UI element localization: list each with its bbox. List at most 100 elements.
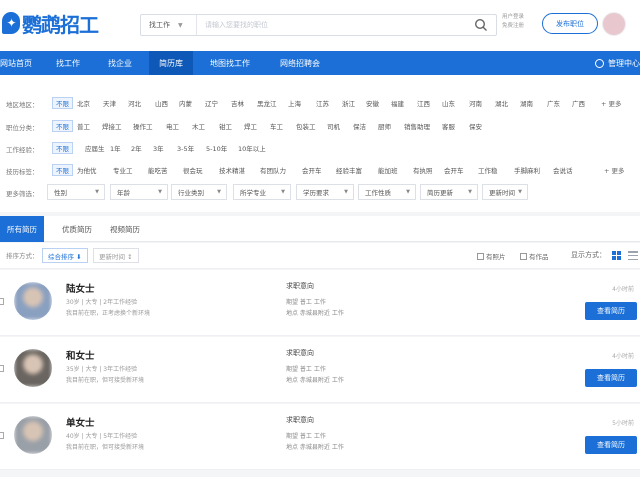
filter-option[interactable]: 普工: [77, 121, 90, 131]
manage-center-link[interactable]: 管理中心: [595, 51, 640, 75]
filter-option[interactable]: 木工: [192, 121, 205, 131]
filter-option[interactable]: 专业工: [113, 165, 133, 175]
filter-option[interactable]: 广西: [572, 98, 585, 108]
filter-option[interactable]: 钳工: [219, 121, 232, 131]
list-view-icon[interactable]: [628, 251, 638, 260]
filter-option[interactable]: 安徽: [366, 98, 379, 108]
view-resume-button[interactable]: 查看简历: [585, 436, 637, 454]
filter-option[interactable]: 山西: [155, 98, 168, 108]
nav-home[interactable]: 网站首页: [0, 51, 38, 75]
filter-option[interactable]: 会说话: [553, 165, 573, 175]
filter-option[interactable]: 为他优: [77, 165, 97, 175]
filter-option[interactable]: 车工: [270, 121, 283, 131]
filter-option[interactable]: 福建: [391, 98, 404, 108]
user-avatar[interactable]: [602, 12, 626, 36]
filter-more-link[interactable]: + 更多: [604, 165, 625, 175]
select-checkbox[interactable]: [0, 432, 4, 439]
sort-composite-button[interactable]: 综合排序 ⬇: [42, 248, 88, 263]
search-type-select[interactable]: 找工作 ▼: [141, 15, 197, 35]
filter-option[interactable]: 电工: [166, 121, 179, 131]
search-icon[interactable]: [474, 18, 488, 32]
filter-option[interactable]: 山东: [442, 98, 455, 108]
filter-option[interactable]: 河北: [128, 98, 141, 108]
select-checkbox[interactable]: [0, 298, 4, 305]
filter-option[interactable]: 经验丰富: [336, 165, 362, 175]
filter-option[interactable]: 湖北: [495, 98, 508, 108]
has-photo-checkbox[interactable]: 有照片: [477, 251, 506, 261]
nav-resume-library[interactable]: 简历库: [149, 51, 193, 75]
filter-option[interactable]: 湖南: [520, 98, 533, 108]
publish-job-button[interactable]: 发布职位: [542, 13, 598, 34]
filter-option[interactable]: 北京: [77, 98, 90, 108]
filter-option[interactable]: 焊工: [244, 121, 257, 131]
search-input[interactable]: 请输入您要找的职位: [205, 15, 268, 35]
filter-dropdown[interactable]: 更新时间 ▼: [482, 184, 528, 200]
filter-option[interactable]: 能加班: [378, 165, 398, 175]
nav-find-company[interactable]: 找企业: [108, 51, 132, 75]
resume-card[interactable]: 陆女士 30岁 | 大专 | 2年工作经验 我目前在职，正考虑换个新环境 求职意向 期望…: [0, 270, 640, 336]
candidate-name[interactable]: 单女士: [66, 415, 95, 429]
filter-option[interactable]: 会开车: [444, 165, 464, 175]
filter-option[interactable]: 3年: [153, 143, 164, 153]
filter-option[interactable]: 河南: [469, 98, 482, 108]
nav-job-fair[interactable]: 网络招聘会: [280, 51, 320, 75]
has-works-checkbox[interactable]: 有作品: [520, 251, 549, 261]
filter-option[interactable]: 江苏: [316, 98, 329, 108]
filter-option[interactable]: 10年以上: [238, 143, 266, 153]
filter-option[interactable]: 上海: [288, 98, 301, 108]
filter-option[interactable]: 1年: [110, 143, 121, 153]
resume-card[interactable]: 和女士 35岁 | 大专 | 3年工作经验 我目前在职，但可接受新环境 求职意向 期望 …: [0, 337, 640, 403]
filter-option[interactable]: 工作稳: [478, 165, 498, 175]
filter-option[interactable]: 2年: [131, 143, 142, 153]
filter-option[interactable]: 有团队力: [260, 165, 286, 175]
tab-quality-resumes[interactable]: 优质简历: [62, 216, 92, 242]
filter-option[interactable]: 3-5年: [177, 143, 194, 153]
filter-dropdown[interactable]: 所学专业 ▼: [233, 184, 291, 200]
filter-dropdown[interactable]: 工作性质 ▼: [358, 184, 416, 200]
grid-view-icon[interactable]: [612, 251, 621, 260]
site-logo[interactable]: ✦ 鹦鹉招工: [2, 10, 99, 37]
filter-option[interactable]: 手脚麻利: [514, 165, 540, 175]
login-link[interactable]: 用户登录: [502, 13, 538, 22]
candidate-name[interactable]: 和女士: [66, 348, 95, 362]
filter-dropdown[interactable]: 性别 ▼: [47, 184, 105, 200]
filter-option[interactable]: 销售助理: [404, 121, 430, 131]
candidate-name[interactable]: 陆女士: [66, 281, 95, 295]
resume-card[interactable]: 单女士 40岁 | 大专 | 5年工作经验 我目前在职，但可接受新环境 求职意向 期望 …: [0, 404, 640, 470]
filter-option[interactable]: 天津: [103, 98, 116, 108]
filter-option[interactable]: 不限: [52, 142, 73, 154]
register-link[interactable]: 免费注册: [502, 22, 538, 31]
filter-option[interactable]: 内蒙: [179, 98, 192, 108]
nav-find-job[interactable]: 找工作: [56, 51, 80, 75]
select-checkbox[interactable]: [0, 365, 4, 372]
filter-option[interactable]: 有执照: [413, 165, 433, 175]
filter-option[interactable]: 应届生: [85, 143, 105, 153]
filter-option[interactable]: 保安: [469, 121, 482, 131]
filter-option[interactable]: 保洁: [353, 121, 366, 131]
filter-option[interactable]: 不限: [52, 97, 73, 109]
filter-option[interactable]: 包装工: [296, 121, 316, 131]
filter-option[interactable]: 很会玩: [183, 165, 203, 175]
filter-option[interactable]: 操作工: [133, 121, 153, 131]
filter-option[interactable]: 黑龙江: [257, 98, 277, 108]
filter-dropdown[interactable]: 年龄 ▼: [110, 184, 168, 200]
filter-option[interactable]: 会开车: [302, 165, 322, 175]
nav-map-jobs[interactable]: 地图找工作: [210, 51, 250, 75]
filter-option[interactable]: 能吃苦: [148, 165, 168, 175]
filter-option[interactable]: 司机: [327, 121, 340, 131]
filter-option[interactable]: 不限: [52, 120, 73, 132]
sort-update-time-button[interactable]: 更新时间 ↕: [93, 248, 139, 263]
filter-option[interactable]: 不限: [52, 164, 73, 176]
filter-option[interactable]: 浙江: [342, 98, 355, 108]
filter-option[interactable]: 广东: [547, 98, 560, 108]
filter-option[interactable]: 厨师: [378, 121, 391, 131]
filter-dropdown[interactable]: 行业类别 ▼: [171, 184, 227, 200]
filter-option[interactable]: 江西: [417, 98, 430, 108]
tab-all-resumes[interactable]: 所有简历: [0, 216, 44, 242]
tab-video-resumes[interactable]: 视频简历: [110, 216, 140, 242]
filter-option[interactable]: 技术精湛: [219, 165, 245, 175]
filter-option[interactable]: 辽宁: [205, 98, 218, 108]
filter-option[interactable]: 5-10年: [206, 143, 227, 153]
view-resume-button[interactable]: 查看简历: [585, 369, 637, 387]
filter-dropdown[interactable]: 简历更新 ▼: [420, 184, 478, 200]
